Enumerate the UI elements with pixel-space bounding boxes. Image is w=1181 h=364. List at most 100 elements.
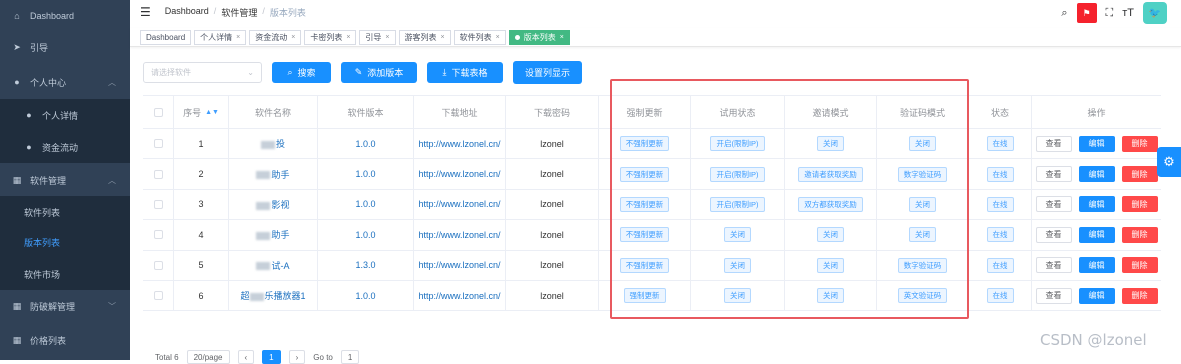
sidebar-item-price-list[interactable]: ▦ 价格列表	[0, 324, 130, 356]
next-page-button[interactable]: ›	[288, 350, 306, 364]
column-settings-button[interactable]: 设置列显示	[513, 61, 582, 84]
delete-button[interactable]: 删除	[1121, 287, 1158, 304]
row-checkbox[interactable]	[153, 139, 163, 149]
table-cell: 关闭	[691, 220, 785, 250]
row-index: 2	[198, 169, 204, 180]
software-name: 助手	[271, 169, 290, 180]
sidebar-item-software-list[interactable]: 软件列表	[0, 196, 130, 228]
delete-button[interactable]: 删除	[1121, 257, 1158, 274]
table-cell: 6	[174, 281, 229, 311]
delete-button[interactable]: 删除	[1121, 135, 1158, 152]
close-icon[interactable]: ×	[291, 34, 295, 41]
close-icon[interactable]: ×	[346, 34, 350, 41]
download-table-button[interactable]: ⤓ 下载表格	[427, 62, 503, 83]
table-row: 1 投 1.0.0 http://www.lzonel.cn/lzonel 不强制更新 开…	[143, 129, 1161, 160]
view-button[interactable]: 查看	[1035, 166, 1072, 183]
page-size-select[interactable]: 20/page	[186, 350, 230, 364]
table-cell: 查看 编辑 删除	[1032, 159, 1161, 188]
row-checkbox[interactable]	[153, 230, 163, 240]
delete-button[interactable]: 删除	[1121, 196, 1158, 213]
row-checkbox[interactable]	[153, 199, 163, 209]
close-icon[interactable]: ×	[560, 34, 564, 41]
edit-button[interactable]: 编辑	[1078, 226, 1115, 243]
header-label: 下载密码	[533, 107, 570, 118]
tag-guide[interactable]: 引导 ×	[359, 29, 396, 45]
table-cell	[143, 281, 174, 311]
edit-button[interactable]: 编辑	[1078, 166, 1115, 183]
close-icon[interactable]: ×	[236, 34, 240, 41]
view-button[interactable]: 查看	[1035, 196, 1072, 213]
tag-dashboard[interactable]: Dashboard	[140, 29, 192, 45]
table-cell: lzonel	[506, 220, 599, 250]
sidebar-item-fund-flow[interactable]: ● 资金流动	[0, 131, 130, 163]
download-password: lzonel	[540, 260, 564, 271]
hamburger-icon[interactable]: ☰	[140, 5, 151, 19]
search-icon[interactable]: ⌕	[1061, 7, 1067, 20]
status-badge: 在线	[986, 227, 1014, 243]
edit-button[interactable]: 编辑	[1078, 257, 1115, 274]
close-icon[interactable]: ×	[441, 34, 445, 41]
sidebar-item-dashboard[interactable]: ⌂ Dashboard	[0, 0, 130, 32]
notification-icon[interactable]: ⚑	[1076, 3, 1097, 23]
edit-button[interactable]: 编辑	[1078, 287, 1115, 304]
row-checkbox[interactable]	[153, 260, 163, 270]
tag-label: Dashboard	[146, 32, 186, 42]
view-button[interactable]: 查看	[1035, 135, 1072, 152]
close-icon[interactable]: ×	[385, 34, 389, 41]
edit-button[interactable]: 编辑	[1078, 196, 1115, 213]
tag-software-list[interactable]: 软件列表 ×	[453, 29, 506, 45]
table-cell: 邀请者获取奖励	[785, 159, 877, 189]
download-url-link[interactable]: http://www.lzonel.cn/	[418, 230, 500, 240]
header-index[interactable]: 序号 ▲▼	[174, 96, 229, 128]
edit-icon: ✎	[354, 67, 363, 77]
edit-button[interactable]: 编辑	[1078, 135, 1115, 152]
fullscreen-icon[interactable]: ⛶	[1106, 7, 1114, 20]
status-badge: 在线	[986, 196, 1014, 212]
close-icon[interactable]: ×	[496, 34, 500, 41]
chevron-down-icon: ﹀	[108, 301, 116, 311]
tag-personal-detail[interactable]: 个人详情 ×	[194, 29, 247, 45]
view-button[interactable]: 查看	[1035, 257, 1072, 274]
row-actions: 查看 编辑 删除	[1035, 166, 1158, 183]
delete-button[interactable]: 删除	[1121, 226, 1158, 243]
sort-icon[interactable]: ▲▼	[205, 109, 219, 116]
force-update-tag: 强制更新	[623, 288, 666, 304]
gear-icon[interactable]: ⚙	[1157, 147, 1181, 177]
grid-icon: ▦	[12, 300, 22, 311]
tag-version-list[interactable]: 版本列表 ×	[508, 29, 570, 45]
sidebar-item-personal-detail[interactable]: ● 个人详情	[0, 99, 130, 131]
row-checkbox[interactable]	[153, 291, 163, 301]
sidebar-item-guide[interactable]: ➤ 引导	[0, 31, 130, 63]
delete-button[interactable]: 删除	[1121, 166, 1158, 183]
sidebar-item-personal-center[interactable]: ● 个人中心 ︿	[0, 66, 130, 98]
download-url-link[interactable]: http://www.lzonel.cn/	[418, 199, 500, 209]
software-select[interactable]: 请选择软件 ⌄	[143, 62, 262, 83]
sidebar-item-anti-crack[interactable]: ▦ 防破解管理 ﹀	[0, 290, 130, 322]
download-url-link[interactable]: http://www.lzonel.cn/	[418, 260, 500, 270]
search-button[interactable]: ⌕ 搜索	[272, 62, 331, 83]
select-all-checkbox[interactable]	[153, 107, 163, 117]
tag-fund-flow[interactable]: 资金流动 ×	[249, 29, 302, 45]
row-checkbox[interactable]	[153, 169, 163, 179]
sidebar-item-software-management[interactable]: ▦ 软件管理 ︿	[0, 164, 130, 196]
goto-input[interactable]: 1	[340, 350, 360, 364]
breadcrumb-item[interactable]: 软件管理	[221, 6, 257, 19]
prev-page-button[interactable]: ‹	[237, 350, 255, 364]
avatar[interactable]: 🐦	[1143, 2, 1167, 24]
font-size-icon[interactable]: тT	[1122, 7, 1134, 19]
tag-card-list[interactable]: 卡密列表 ×	[304, 29, 357, 45]
download-url-link[interactable]: http://www.lzonel.cn/	[418, 291, 500, 301]
download-url-link[interactable]: http://www.lzonel.cn/	[418, 169, 500, 179]
download-url-link[interactable]: http://www.lzonel.cn/	[418, 139, 500, 149]
view-button[interactable]: 查看	[1035, 287, 1072, 304]
sidebar-item-version-list[interactable]: 版本列表	[0, 226, 130, 258]
tag-label: 个人详情	[200, 32, 233, 42]
add-version-button[interactable]: ✎ 添加版本	[341, 62, 417, 83]
page-number[interactable]: 1	[262, 350, 281, 364]
captcha-mode-tag: 数字验证码	[897, 257, 948, 273]
table-cell: 关闭	[785, 250, 877, 280]
sidebar-item-software-market[interactable]: 软件市场	[0, 258, 130, 290]
breadcrumb-item[interactable]: Dashboard	[165, 6, 209, 19]
tag-guest-list[interactable]: 游客列表 ×	[398, 29, 451, 45]
view-button[interactable]: 查看	[1035, 226, 1072, 243]
